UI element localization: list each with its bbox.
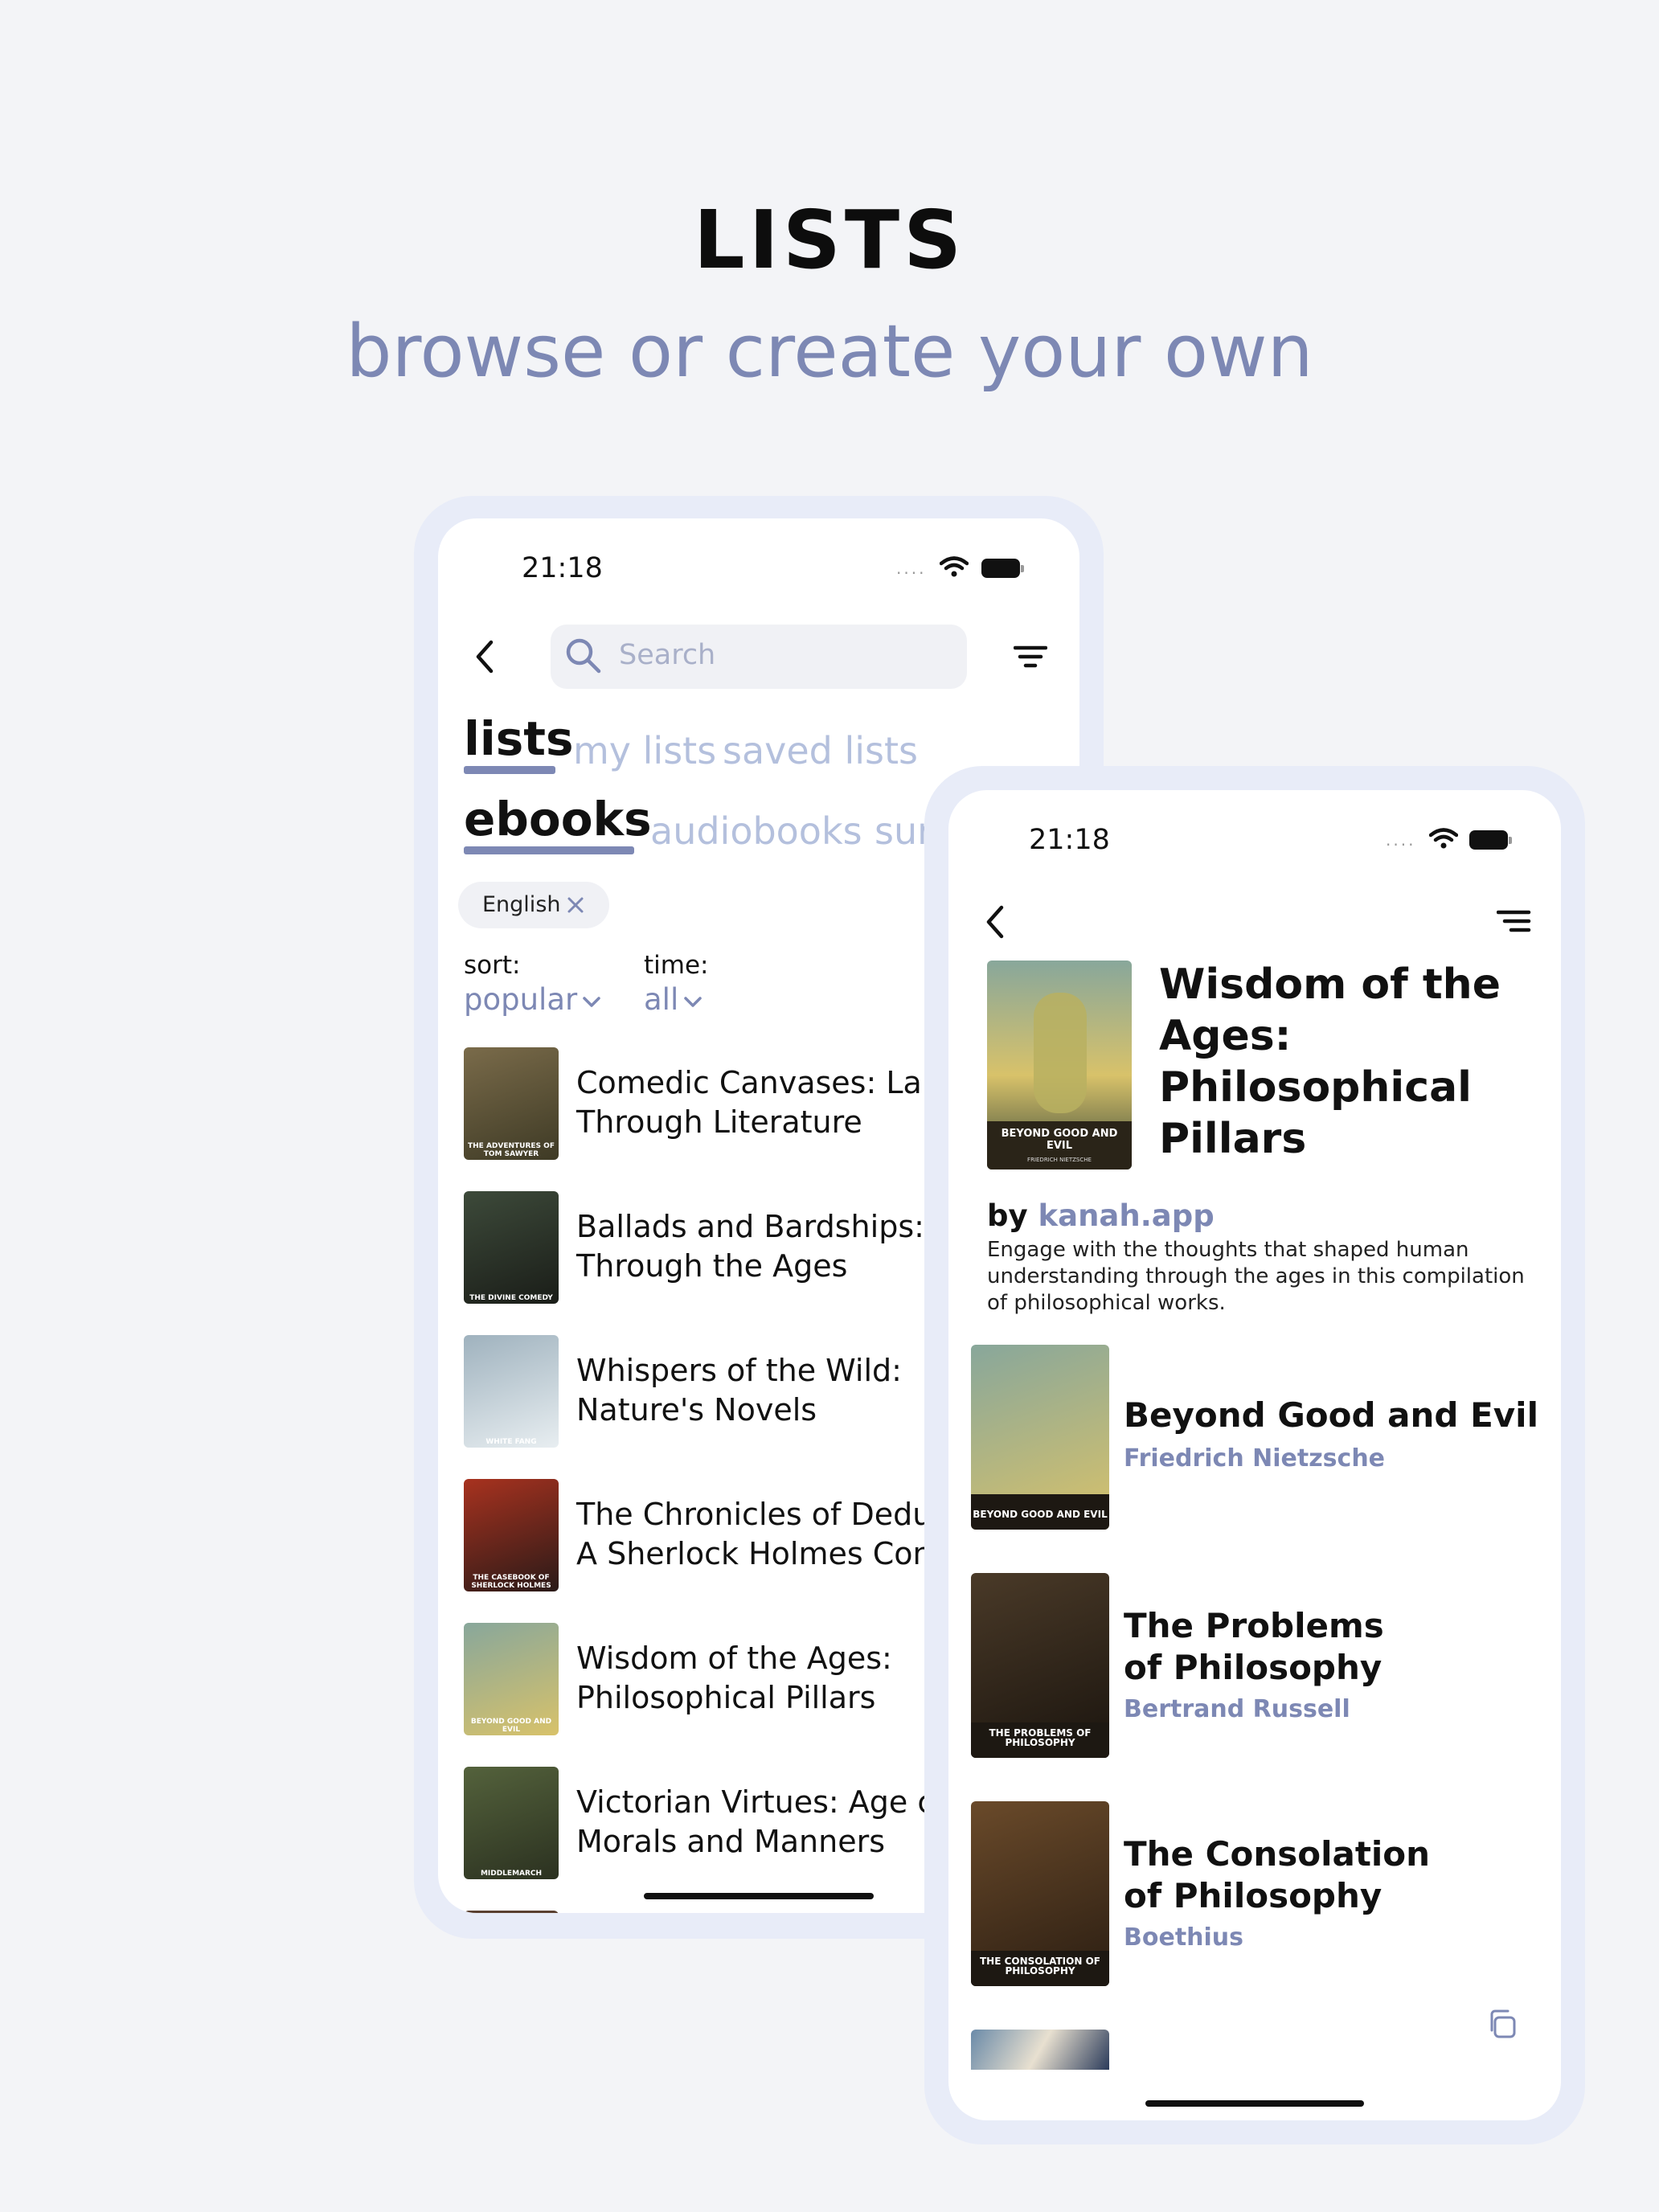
search-placeholder: Search bbox=[619, 639, 716, 671]
tab-saved-lists[interactable]: saved lists bbox=[723, 729, 918, 772]
book-cover[interactable]: BEYOND GOOD AND EVIL bbox=[971, 1345, 1109, 1530]
hero-subtitle: browse or create your own bbox=[346, 309, 1313, 394]
list-title: Wisdom of the Ages: Philosophical Pillar… bbox=[1159, 961, 1501, 1163]
tab-my-lists[interactable]: my lists bbox=[573, 729, 716, 772]
list-cover[interactable]: MIDDLEMARCH bbox=[464, 1767, 559, 1879]
cover-figure bbox=[1034, 993, 1087, 1113]
chevron-down-icon bbox=[684, 997, 703, 1007]
book-title[interactable]: The Problems of Philosophy bbox=[1124, 1605, 1384, 1689]
cover-caption: THE PROBLEMS OF PHILOSOPHY bbox=[989, 1727, 1092, 1749]
list-item-title[interactable]: Whispers of the Wild: Nature's Novels bbox=[576, 1351, 902, 1430]
battery-nub bbox=[1021, 565, 1024, 572]
list-item-title[interactable]: Comedic Canvases: Lau Through Literature bbox=[576, 1063, 941, 1142]
next-list-cover-peek bbox=[464, 1911, 559, 1913]
copy-icon[interactable] bbox=[1485, 2008, 1518, 2040]
wifi-icon bbox=[940, 556, 969, 577]
list-cover[interactable]: THE ADVENTURES OF TOM SAWYER bbox=[464, 1047, 559, 1160]
back-arrow-icon[interactable] bbox=[472, 639, 498, 674]
search-input[interactable]: Search bbox=[551, 625, 967, 689]
language-filter-chip[interactable]: English bbox=[458, 882, 609, 928]
sort-value: popular bbox=[464, 982, 578, 1017]
cover-caption: THE CONSOLATION OF PHILOSOPHY bbox=[980, 1955, 1100, 1977]
hero-title: LISTS bbox=[693, 193, 966, 287]
cover-author: FRIEDRICH NIETZSCHE bbox=[1027, 1157, 1092, 1163]
list-item-title[interactable]: Victorian Virtues: Age c Morals and Mann… bbox=[576, 1783, 934, 1862]
list-detail-screen: 21:18 .... BEYOND GOOD AND EVIL FRIEDRIC… bbox=[948, 790, 1561, 2120]
cover-caption: BEYOND GOOD AND EVIL bbox=[1001, 1128, 1118, 1152]
menu-icon[interactable] bbox=[1497, 909, 1532, 935]
time-dropdown[interactable]: all bbox=[644, 982, 703, 1017]
list-cover[interactable]: THE CASEBOOK OF SHERLOCK HOLMES bbox=[464, 1479, 559, 1591]
home-indicator bbox=[1145, 2100, 1364, 2107]
list-item-title[interactable]: Ballads and Bardships: Through the Ages bbox=[576, 1207, 924, 1286]
list-header-cover: BEYOND GOOD AND EVIL FRIEDRICH NIETZSCHE bbox=[987, 961, 1132, 1169]
tab-lists-underline bbox=[464, 766, 555, 774]
book-cover[interactable]: THE CONSOLATION OF PHILOSOPHY bbox=[971, 1801, 1109, 1986]
status-time: 21:18 bbox=[1029, 824, 1110, 856]
by-label: by bbox=[987, 1198, 1028, 1233]
list-cover[interactable]: WHITE FANG bbox=[464, 1335, 559, 1448]
cover-caption: THE ADVENTURES OF TOM SAWYER bbox=[468, 1142, 555, 1158]
list-item-title[interactable]: The Chronicles of Dedu A Sherlock Holmes… bbox=[576, 1495, 932, 1574]
tab-ebooks[interactable]: ebooks bbox=[464, 792, 652, 846]
signal-icon: .... bbox=[896, 559, 927, 578]
cover-caption: BEYOND GOOD AND EVIL bbox=[470, 1718, 552, 1734]
book-title[interactable]: Beyond Good and Evil bbox=[1124, 1395, 1538, 1436]
close-icon[interactable] bbox=[566, 895, 585, 915]
cover-caption: THE DIVINE COMEDY bbox=[469, 1293, 553, 1302]
sort-dropdown[interactable]: popular bbox=[464, 982, 602, 1017]
filter-icon[interactable] bbox=[1014, 644, 1047, 670]
time-value: all bbox=[644, 982, 679, 1017]
search-icon bbox=[566, 638, 601, 674]
cover-caption: THE CASEBOOK OF SHERLOCK HOLMES bbox=[471, 1574, 551, 1590]
cover-caption: BEYOND GOOD AND EVIL bbox=[973, 1509, 1108, 1521]
chip-label: English bbox=[482, 892, 561, 917]
cover-caption: WHITE FANG bbox=[485, 1437, 537, 1446]
list-byline: by kanah.app bbox=[987, 1198, 1215, 1233]
book-title[interactable]: The Consolation of Philosophy bbox=[1124, 1833, 1430, 1917]
signal-icon: .... bbox=[1386, 830, 1416, 850]
next-book-cover-peek bbox=[971, 2030, 1109, 2070]
tab-lists[interactable]: lists bbox=[464, 711, 574, 766]
back-arrow-icon[interactable] bbox=[982, 904, 1008, 940]
chevron-down-icon bbox=[583, 997, 601, 1007]
author-link[interactable]: kanah.app bbox=[1038, 1198, 1215, 1233]
list-item-title[interactable]: Wisdom of the Ages: Philosophical Pillar… bbox=[576, 1639, 892, 1718]
list-cover[interactable]: BEYOND GOOD AND EVIL bbox=[464, 1623, 559, 1735]
home-indicator bbox=[644, 1893, 874, 1899]
sort-label: sort: bbox=[464, 951, 521, 980]
battery-nub bbox=[1509, 837, 1512, 844]
book-author[interactable]: Friedrich Nietzsche bbox=[1124, 1444, 1385, 1473]
status-time: 21:18 bbox=[522, 552, 603, 584]
wifi-icon bbox=[1429, 828, 1458, 849]
time-label: time: bbox=[644, 951, 709, 980]
tab-audiobooks[interactable]: audiobooks bbox=[650, 809, 862, 853]
book-cover[interactable]: THE PROBLEMS OF PHILOSOPHY bbox=[971, 1573, 1109, 1758]
battery-icon bbox=[1469, 830, 1508, 850]
cover-caption: MIDDLEMARCH bbox=[480, 1869, 543, 1878]
battery-icon bbox=[981, 559, 1020, 578]
book-author[interactable]: Boethius bbox=[1124, 1923, 1243, 1952]
list-cover[interactable]: THE DIVINE COMEDY bbox=[464, 1191, 559, 1304]
tab-ebooks-underline bbox=[464, 846, 634, 854]
list-description: Engage with the thoughts that shaped hum… bbox=[987, 1238, 1525, 1315]
book-author[interactable]: Bertrand Russell bbox=[1124, 1695, 1350, 1723]
